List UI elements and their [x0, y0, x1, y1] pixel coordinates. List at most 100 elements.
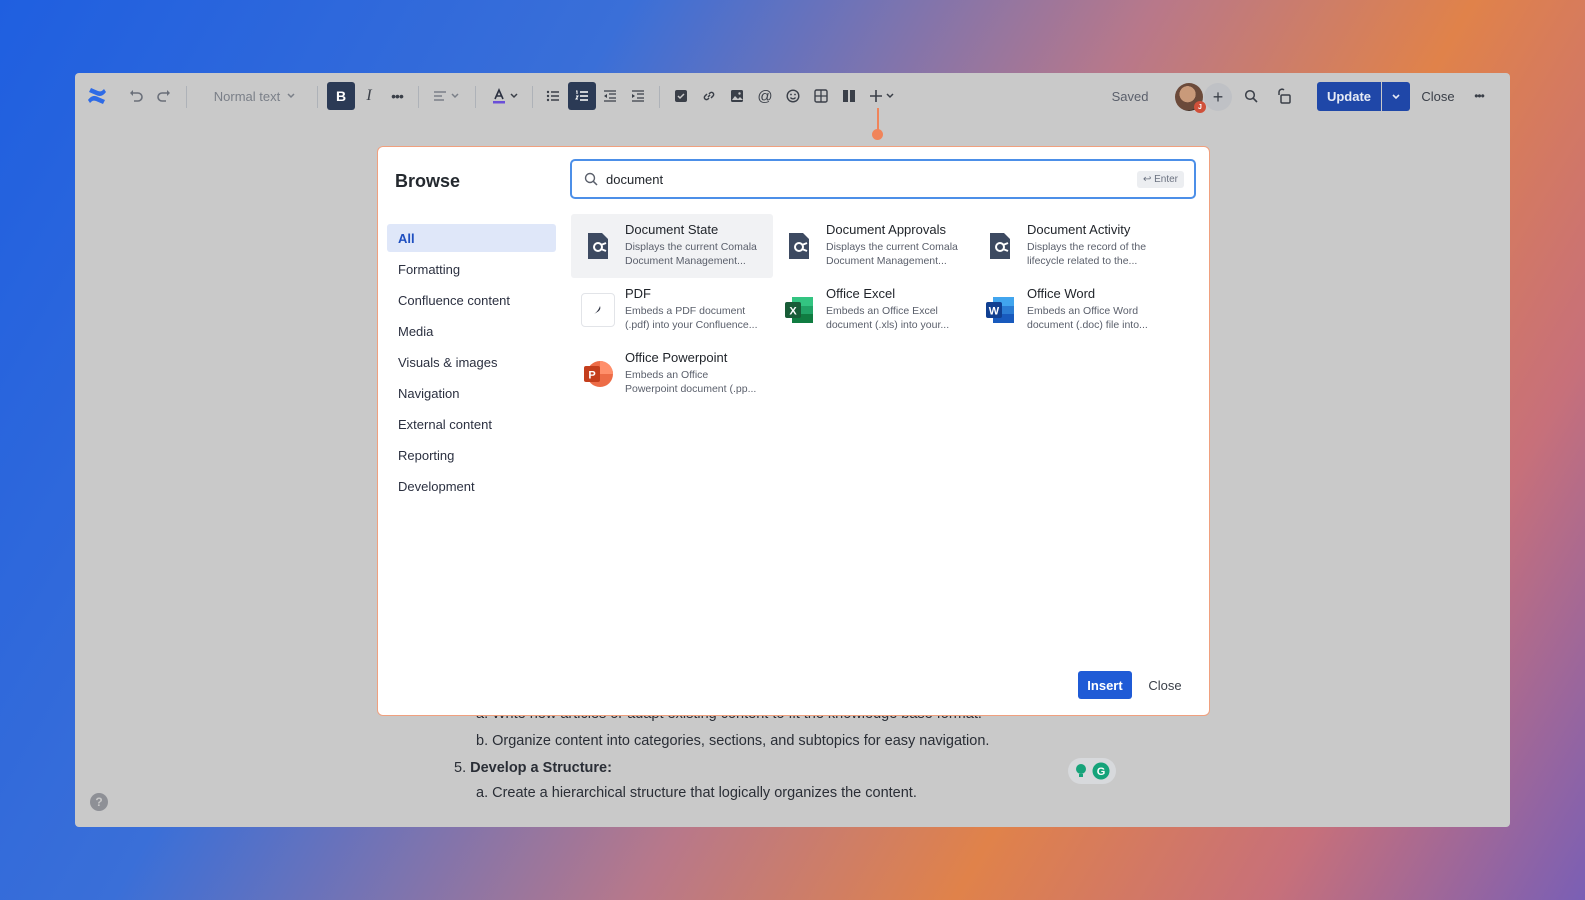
category-navigation[interactable]: Navigation [387, 379, 556, 407]
unlock-icon [1278, 88, 1291, 104]
result-desc: lifecycle related to the... [1027, 255, 1138, 267]
bullet-list-button[interactable] [541, 82, 565, 110]
bold-icon: B [335, 88, 347, 104]
insert-more-dropdown[interactable] [867, 82, 897, 110]
toolbar-divider [418, 86, 419, 108]
result-office-word[interactable]: W Office Word Embeds an Office Word docu… [973, 278, 1175, 342]
modal-title: Browse [395, 171, 461, 191]
editor-close-button[interactable]: Close [1415, 82, 1461, 110]
align-left-icon [433, 91, 446, 101]
comala-icon [983, 229, 1017, 263]
category-media[interactable]: Media [387, 317, 556, 345]
result-desc: document (.xls) into your... [826, 319, 950, 331]
result-office-powerpoint[interactable]: P Office Powerpoint Embeds an Office Pow… [571, 342, 773, 406]
svg-text:X: X [789, 306, 797, 318]
result-desc: Embeds a PDF document [625, 305, 746, 317]
result-document-state[interactable]: Document State Displays the current Coma… [571, 214, 773, 278]
redo-icon[interactable] [151, 82, 177, 110]
result-desc: Embeds an Office Word [1027, 305, 1139, 317]
doc-line[interactable]: b. Organize content into categories, sec… [476, 733, 989, 749]
link-button[interactable] [697, 82, 721, 110]
indent-button[interactable] [626, 82, 650, 110]
category-confluence-content[interactable]: Confluence content [387, 286, 556, 314]
category-development[interactable]: Development [387, 472, 556, 500]
toolbar-divider [532, 86, 533, 108]
add-collaborator-button[interactable]: + [1204, 83, 1232, 111]
outdent-button[interactable] [598, 82, 622, 110]
enter-hint: ↩ Enter [1136, 171, 1184, 188]
table-button[interactable] [809, 82, 833, 110]
svg-text:P: P [588, 370, 595, 382]
layouts-button[interactable] [837, 82, 861, 110]
avatar-badge: J [1194, 101, 1206, 113]
doc-list-item[interactable]: 5. Develop a Structure: [454, 760, 612, 776]
link-icon [703, 91, 715, 101]
result-desc: Document Management... [625, 255, 746, 267]
search-box[interactable]: ↩ Enter [570, 159, 1196, 199]
help-button[interactable]: ? [90, 793, 108, 811]
grammarly-icon: G [1092, 762, 1110, 780]
category-all[interactable]: All [387, 224, 556, 252]
result-office-excel[interactable]: X Office Excel Embeds an Office Excel do… [772, 278, 974, 342]
result-document-activity[interactable]: Document Activity Displays the record of… [973, 214, 1175, 278]
alignment-dropdown[interactable] [428, 82, 464, 110]
lightbulb-icon [1076, 764, 1086, 777]
numbered-list-button[interactable] [568, 82, 596, 110]
image-button[interactable] [725, 82, 749, 110]
confluence-logo-icon[interactable] [83, 82, 111, 110]
result-document-approvals[interactable]: Document Approvals Displays the current … [772, 214, 974, 278]
search-input[interactable] [606, 171, 1086, 187]
italic-button[interactable]: I [357, 82, 381, 110]
chevron-down-icon [450, 93, 459, 99]
connector-dot [872, 129, 883, 140]
toolbar-divider [317, 86, 318, 108]
chevron-down-icon [287, 93, 295, 99]
text-color-dropdown[interactable] [487, 82, 523, 110]
editor-close-label: Close [1421, 88, 1455, 104]
browse-modal: Browse ↩ Enter All Formatting Confluence… [377, 146, 1210, 716]
outdent-icon [604, 90, 616, 102]
category-visuals-images[interactable]: Visuals & images [387, 348, 556, 376]
chevron-down-icon [509, 93, 518, 99]
update-button[interactable]: Update [1317, 82, 1381, 111]
restrictions-button[interactable] [1272, 82, 1296, 110]
update-options-dropdown[interactable] [1382, 82, 1410, 111]
action-item-button[interactable] [669, 82, 693, 110]
result-title: Document Activity [1027, 222, 1131, 237]
more-actions-button[interactable]: ••• [1467, 82, 1491, 110]
editor-toolbar: Normal text B I ••• @ Saved J + Update C… [75, 73, 1510, 119]
emoji-button[interactable] [781, 82, 805, 110]
modal-close-button[interactable]: Close [1148, 671, 1182, 699]
checkbox-icon [675, 90, 687, 102]
insert-button[interactable]: Insert [1078, 671, 1132, 699]
category-list: All Formatting Confluence content Media … [387, 224, 556, 503]
powerpoint-icon: P [581, 357, 615, 391]
bold-button[interactable]: B [327, 82, 355, 110]
search-icon [584, 172, 598, 186]
doc-list-number: 5. [454, 760, 467, 776]
mention-button[interactable]: @ [753, 82, 777, 110]
result-title: PDF [625, 286, 651, 301]
more-icon: ••• [391, 88, 404, 104]
emoji-icon [786, 89, 800, 103]
category-formatting[interactable]: Formatting [387, 255, 556, 283]
grammarly-widget[interactable]: G [1068, 758, 1116, 784]
indent-icon [632, 90, 644, 102]
result-title: Document Approvals [826, 222, 946, 237]
text-style-dropdown[interactable]: Normal text [205, 82, 305, 110]
category-reporting[interactable]: Reporting [387, 441, 556, 469]
doc-line[interactable]: a. Create a hierarchical structure that … [476, 785, 917, 801]
numbered-list-icon [575, 90, 588, 101]
result-desc: Displays the record of the [1027, 241, 1147, 253]
image-icon [731, 90, 743, 102]
find-button[interactable] [1239, 82, 1263, 110]
doc-list-heading: Develop a Structure: [470, 760, 612, 776]
text-color-icon [492, 88, 505, 104]
undo-icon[interactable] [123, 82, 149, 110]
italic-icon: I [366, 87, 372, 104]
result-pdf[interactable]: PDF Embeds a PDF document (.pdf) into yo… [571, 278, 773, 342]
result-title: Office Word [1027, 286, 1096, 301]
more-formatting-button[interactable]: ••• [385, 82, 409, 110]
category-external-content[interactable]: External content [387, 410, 556, 438]
svg-text:W: W [989, 306, 1000, 318]
